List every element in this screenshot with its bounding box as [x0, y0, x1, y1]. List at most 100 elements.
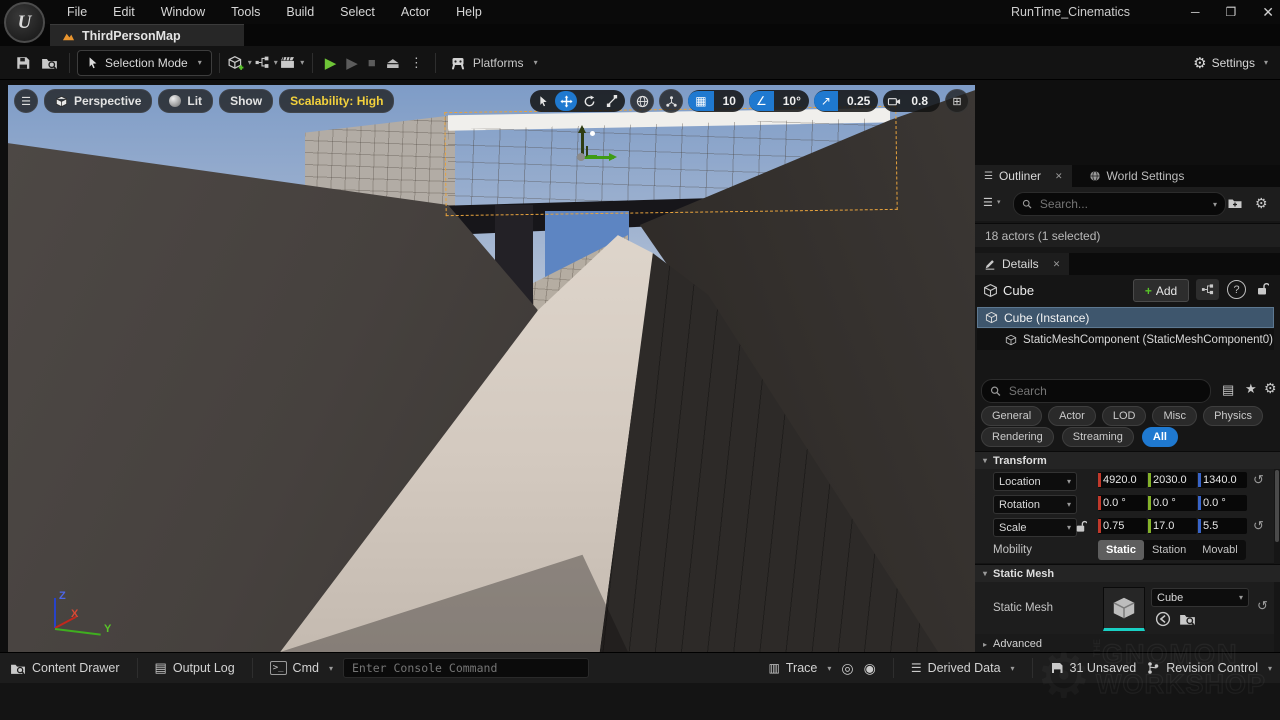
menu-edit[interactable]: Edit [100, 0, 148, 24]
minimize-button[interactable]: ─ [1191, 5, 1200, 19]
scale-y-field[interactable]: 17.0 [1148, 518, 1197, 534]
scale-z-field[interactable]: 5.5 [1198, 518, 1247, 534]
favorites-star-icon[interactable]: ★ [1245, 381, 1257, 397]
category-physics[interactable]: Physics [1203, 406, 1263, 426]
outliner-search-input[interactable] [1038, 196, 1203, 212]
help-icon[interactable]: ? [1227, 280, 1246, 299]
unsaved-button[interactable]: 31 Unsaved [1050, 661, 1137, 675]
tab-details[interactable]: Details ✕ [975, 253, 1069, 275]
category-actor[interactable]: Actor [1048, 406, 1096, 426]
select-tool[interactable] [532, 91, 554, 111]
edit-blueprint-button[interactable] [1196, 279, 1219, 300]
reset-staticmesh-icon[interactable]: ↺ [1257, 598, 1268, 614]
move-tool[interactable] [555, 91, 577, 111]
cmd-dropdown[interactable]: >_ Cmd ▾ [270, 661, 333, 675]
scalability-badge[interactable]: Scalability: High [279, 89, 394, 113]
chevron-down-icon[interactable]: ▾ [1213, 200, 1217, 209]
derived-data-dropdown[interactable]: ☰ Derived Data ▾ [911, 661, 1015, 675]
play-options-kebab[interactable]: ⋮ [410, 55, 423, 71]
play-button[interactable]: ▶ [325, 54, 337, 72]
unreal-logo-icon[interactable]: U [4, 2, 45, 43]
tab-outliner[interactable]: ☰ Outliner ✕ [975, 165, 1072, 187]
mobility-static[interactable]: Static [1098, 540, 1144, 560]
trace-snapshot-icon[interactable]: ◉ [864, 660, 876, 677]
menu-help[interactable]: Help [443, 0, 495, 24]
rotation-dropdown[interactable]: Rotation ▾ [993, 495, 1077, 514]
close-icon[interactable]: ✕ [1055, 171, 1063, 182]
scale-tool[interactable] [601, 91, 623, 111]
category-misc[interactable]: Misc [1152, 406, 1197, 426]
outliner-search[interactable]: ▾ [1013, 192, 1226, 216]
staticmesh-section-header[interactable]: ▾ Static Mesh [975, 564, 1280, 582]
category-lod[interactable]: LOD [1102, 406, 1147, 426]
trace-dropdown[interactable]: ▥ Trace ▾ [769, 661, 832, 675]
surface-snapping-button[interactable] [659, 89, 683, 113]
content-drawer-button[interactable]: Content Drawer [10, 661, 120, 676]
platforms-dropdown[interactable]: Platforms ▾ [443, 50, 544, 76]
viewport-options-button[interactable]: ☰ [14, 89, 38, 113]
gizmo-origin[interactable] [577, 153, 585, 161]
rotate-tool[interactable] [578, 91, 600, 111]
staticmesh-asset-dropdown[interactable]: Cube ▾ [1151, 588, 1249, 607]
menu-window[interactable]: Window [148, 0, 218, 24]
scale-snap-value[interactable]: 0.25 [839, 94, 878, 108]
location-dropdown[interactable]: Location ▾ [993, 472, 1077, 491]
scale-lock-icon[interactable] [1074, 519, 1087, 534]
scale-dropdown[interactable]: Scale ▾ [993, 518, 1077, 537]
selection-mode-dropdown[interactable]: Selection Mode ▾ [77, 50, 212, 76]
scale-x-field[interactable]: 0.75 [1098, 518, 1147, 534]
tab-world-settings[interactable]: World Settings [1080, 165, 1194, 187]
details-search-input[interactable] [1007, 383, 1202, 399]
camera-speed-control[interactable]: 0.8 [883, 90, 940, 112]
filter-icon[interactable]: ☰ [983, 196, 993, 209]
reset-scale-icon[interactable]: ↺ [1253, 518, 1264, 534]
details-settings-gear-icon[interactable]: ⚙ [1264, 380, 1277, 397]
category-rendering[interactable]: Rendering [981, 427, 1054, 447]
save-button[interactable] [10, 50, 36, 76]
restore-button[interactable]: ❐ [1226, 5, 1237, 19]
output-log-button[interactable]: ▤ Output Log [155, 660, 235, 676]
grid-snap-value[interactable]: 10 [715, 94, 744, 108]
menu-actor[interactable]: Actor [388, 0, 443, 24]
insights-session-icon[interactable]: ◎ [841, 660, 853, 677]
menu-file[interactable]: File [54, 0, 100, 24]
menu-build[interactable]: Build [273, 0, 327, 24]
component-row-cube-instance[interactable]: Cube (Instance) [977, 307, 1274, 328]
location-z-field[interactable]: 1340.0 [1198, 472, 1247, 488]
menu-tools[interactable]: Tools [218, 0, 273, 24]
category-all[interactable]: All [1142, 427, 1178, 447]
gizmo-plane-handle[interactable] [586, 146, 597, 157]
camera-speed-value[interactable]: 0.8 [903, 94, 936, 108]
console-command-input[interactable] [343, 658, 589, 678]
rotation-snap-control[interactable]: ∠ 10° [749, 90, 809, 112]
details-search[interactable] [981, 379, 1211, 403]
rotation-y-field[interactable]: 0.0 ° [1148, 495, 1197, 511]
viewport-3d[interactable]: Z X Y ☰ Perspective Lit Show [8, 85, 975, 652]
menu-select[interactable]: Select [327, 0, 388, 24]
angle-snap-icon[interactable]: ∠ [749, 91, 774, 111]
frame-skip-button[interactable]: ▶ [346, 54, 358, 72]
location-x-field[interactable]: 4920.0 [1098, 472, 1147, 488]
content-browser-button[interactable] [36, 50, 62, 76]
chevron-down-icon[interactable]: ▾ [997, 198, 1001, 206]
component-row-staticmesh[interactable]: StaticMeshComponent (StaticMeshComponent… [977, 329, 1274, 350]
show-dropdown[interactable]: Show [219, 89, 273, 113]
browse-to-asset-icon[interactable] [1179, 611, 1196, 627]
transform-section-header[interactable]: ▾ Transform [975, 451, 1280, 469]
category-general[interactable]: General [981, 406, 1042, 426]
translate-gizmo[interactable] [568, 120, 638, 175]
rotation-x-field[interactable]: 0.0 ° [1098, 495, 1147, 511]
reset-location-icon[interactable]: ↺ [1253, 472, 1264, 488]
staticmesh-thumbnail[interactable] [1103, 587, 1145, 631]
category-streaming[interactable]: Streaming [1062, 427, 1134, 447]
close-icon[interactable]: ✕ [1053, 259, 1061, 270]
perspective-dropdown[interactable]: Perspective [44, 89, 152, 113]
close-button[interactable]: ✕ [1262, 4, 1274, 21]
stop-button[interactable]: ■ [368, 55, 376, 70]
eject-button[interactable]: ⏏ [386, 54, 400, 72]
tab-thirdpersonmap[interactable]: ThirdPersonMap [50, 24, 244, 47]
scale-snap-icon[interactable]: ↗ [814, 91, 838, 111]
world-space-toggle[interactable] [630, 89, 654, 113]
add-component-button[interactable]: + Add [1133, 279, 1189, 302]
blueprints-dropdown[interactable]: ▾ [253, 50, 279, 76]
